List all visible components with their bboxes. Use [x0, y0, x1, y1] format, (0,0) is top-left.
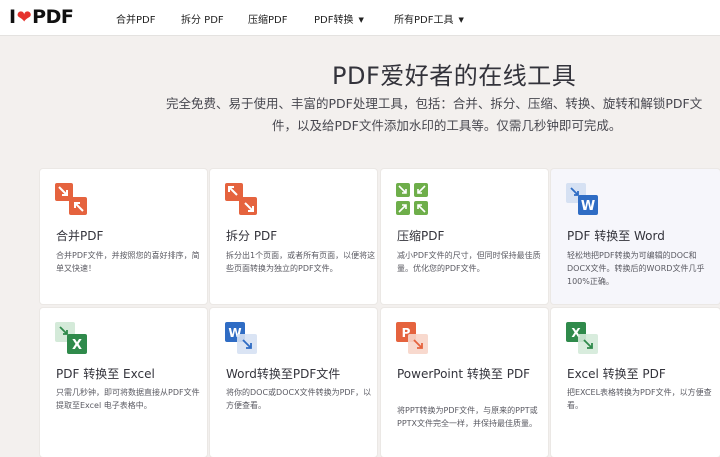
nav-merge-pdf[interactable]: 合并PDF — [116, 11, 155, 26]
pdf-to-excel-icon: X — [55, 322, 87, 354]
tool-card-title: Word转换至PDF文件 — [226, 367, 341, 381]
tool-card-title: 压缩PDF — [397, 229, 445, 243]
nav-compress-pdf[interactable]: 压缩PDF — [248, 11, 287, 26]
logo-letters-pdf: PDF — [32, 6, 74, 28]
nav-all-tools-dropdown[interactable]: 所有PDF工具 ▼ — [394, 11, 464, 26]
compress-icon — [396, 183, 428, 215]
excel-to-pdf-icon: X — [566, 322, 598, 354]
tool-card-description: 减小PDF文件的尺寸，但同时保持最佳质量。优化您的PDF文件。 — [397, 251, 541, 273]
ilovepdf-logo[interactable]: I ❤ PDF — [9, 6, 74, 28]
svg-text:X: X — [72, 338, 82, 353]
split-icon — [225, 183, 257, 215]
nav-convert-label: PDF转换 — [314, 15, 354, 26]
word-to-pdf-icon: W — [225, 322, 257, 354]
tool-card-description: 将PPT转换为PDF文件，与原来的PPT或PPTX文件完全一样，并保持最佳质量。 — [397, 406, 538, 428]
tool-card-description: 只需几秒钟，即可将数据直接从PDF文件提取至Excel 电子表格中。 — [56, 388, 200, 410]
tool-card-description: 合并PDF文件，并按照您的喜好排序，简单又快速！ — [56, 251, 200, 273]
heart-icon: ❤ — [16, 6, 32, 28]
ppt-to-pdf-icon: P — [396, 322, 428, 354]
tool-card-title: 拆分 PDF — [226, 229, 278, 243]
tool-card-merge-pdf[interactable]: 合并PDF 合并PDF文件，并按照您的喜好排序，简单又快速！ — [40, 169, 207, 304]
page-subtitle-line-2: 件，以及给PDF文件添加水印的工具等。仅需几秒钟即可完成。 — [272, 118, 622, 133]
tool-card-description: 拆分出1个页面，或者所有页面，以便将这些页面转换为独立的PDF文件。 — [226, 251, 376, 273]
top-navigation-bar: I ❤ PDF 合并PDF 拆分 PDF 压缩PDF PDF转换 ▼ 所有PDF工具 ▼ — [0, 0, 720, 36]
tool-card-split-pdf[interactable]: 拆分 PDF 拆分出1个页面，或者所有页面，以便将这些页面转换为独立的PDF文件… — [210, 169, 377, 304]
tool-card-title: Excel 转换至 PDF — [567, 367, 666, 381]
caret-down-icon: ▼ — [458, 16, 464, 24]
nav-split-pdf[interactable]: 拆分 PDF — [181, 11, 224, 26]
nav-convert-pdf-dropdown[interactable]: PDF转换 ▼ — [314, 11, 364, 26]
tool-card-description: 轻松地把PDF转换为可编辑的DOC和DOCX文件。转换后的WORD文件几乎100… — [567, 251, 705, 286]
tool-card-title: PDF 转换至 Word — [567, 229, 665, 243]
tool-card-pdf-to-word[interactable]: W PDF 转换至 Word 轻松地把PDF转换为可编辑的DOC和DOCX文件。… — [551, 169, 720, 304]
logo-letter-i: I — [9, 6, 16, 28]
tool-card-powerpoint-to-pdf[interactable]: P PowerPoint 转换至 PDF 将PPT转换为PDF文件，与原来的PP… — [381, 308, 548, 457]
tool-card-compress-pdf[interactable]: 压缩PDF 减小PDF文件的尺寸，但同时保持最佳质量。优化您的PDF文件。 — [381, 169, 548, 304]
svg-text:W: W — [581, 199, 595, 214]
tool-card-description: 将你的DOC或DOCX文件转换为PDF，以方便查看。 — [226, 388, 372, 410]
caret-down-icon: ▼ — [358, 16, 364, 24]
nav-all-tools-label: 所有PDF工具 — [394, 15, 454, 26]
tool-card-pdf-to-excel[interactable]: X PDF 转换至 Excel 只需几秒钟，即可将数据直接从PDF文件提取至Ex… — [40, 308, 207, 457]
merge-icon — [55, 183, 87, 215]
tool-card-description: 把EXCEL表格转换为PDF文件，以方便查看。 — [567, 388, 712, 410]
tool-card-title: PowerPoint 转换至 PDF — [397, 367, 531, 381]
tool-card-title: 合并PDF — [56, 229, 104, 243]
page-title: PDF爱好者的在线工具 — [332, 62, 577, 90]
page-subtitle-line-1: 完全免费、易于使用、丰富的PDF处理工具，包括：合并、拆分、压缩、转换、旋转和解… — [166, 96, 703, 111]
tool-card-word-to-pdf[interactable]: W Word转换至PDF文件 将你的DOC或DOCX文件转换为PDF，以方便查看… — [210, 308, 377, 457]
pdf-to-word-icon: W — [566, 183, 598, 215]
tool-card-excel-to-pdf[interactable]: X Excel 转换至 PDF 把EXCEL表格转换为PDF文件，以方便查看。 — [551, 308, 720, 457]
tool-card-title: PDF 转换至 Excel — [56, 367, 155, 381]
